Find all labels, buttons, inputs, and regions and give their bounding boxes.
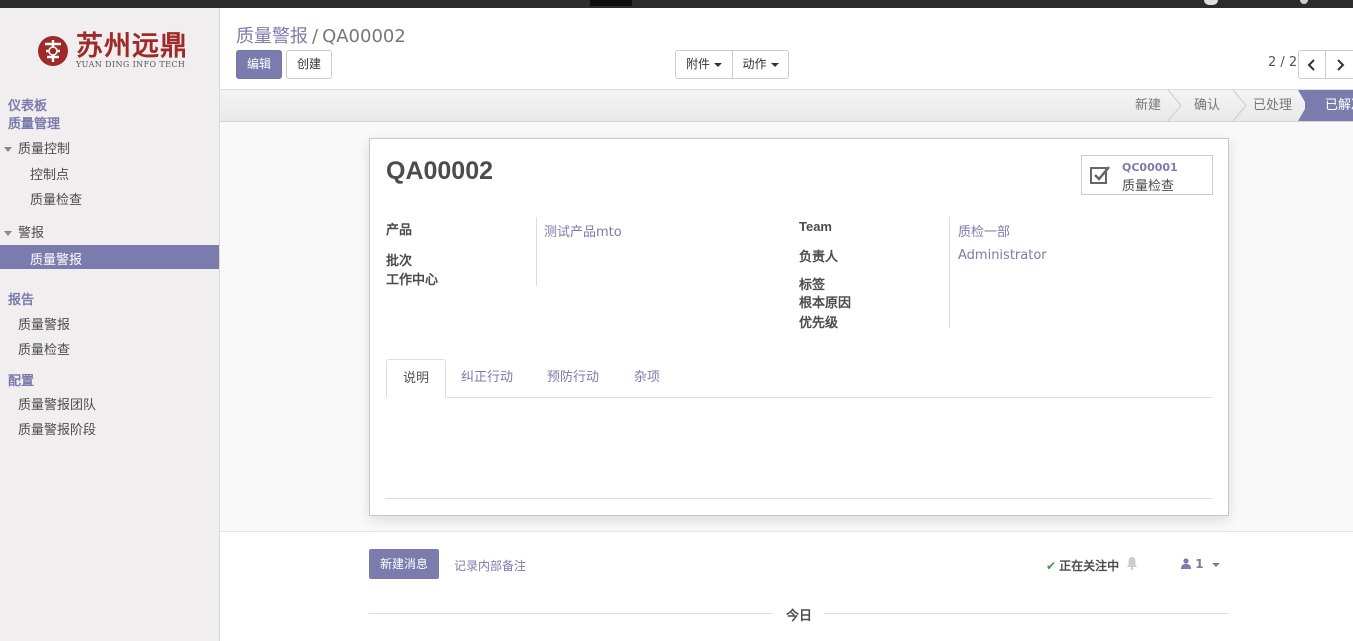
stage-separator-icon [1167, 90, 1182, 121]
responsible-label: 负责人 [799, 250, 839, 265]
sidebar-group-label: 质量控制 [18, 142, 71, 157]
tab-description[interactable]: 说明 [386, 359, 447, 398]
check-icon: ✔ [1046, 559, 1057, 573]
following-label: 正在关注中 [1059, 559, 1120, 573]
following-toggle[interactable]: ✔ 正在关注中 [1046, 557, 1119, 574]
company-logo: 苏州远鼎 YUAN DING INFO TECH [36, 30, 196, 76]
sidebar: 苏州远鼎 YUAN DING INFO TECH 仪表板 质量管理 质量控制 控… [0, 8, 220, 641]
breadcrumb-current: QA00002 [322, 26, 406, 47]
caret-down-icon [1211, 562, 1220, 567]
tab-misc[interactable]: 杂项 [618, 359, 676, 398]
pager-value[interactable]: 2 / 2 [1268, 55, 1297, 70]
product-field[interactable]: 测试产品mto [544, 221, 622, 240]
action-dropdown[interactable]: 动作 [732, 50, 789, 79]
create-button[interactable]: 创建 [286, 50, 332, 79]
sidebar-item-control-points[interactable]: 控制点 [30, 164, 69, 183]
edit-button[interactable]: 编辑 [236, 50, 282, 79]
chevron-right-icon [1337, 59, 1345, 71]
top-bar-indicator [1204, 0, 1218, 5]
today-divider-left [369, 613, 773, 614]
breadcrumb: 质量警报 / QA00002 [236, 22, 406, 48]
logo-text-cn: 苏州远鼎 [76, 31, 188, 62]
log-note-link[interactable]: 记录内部备注 [454, 557, 526, 574]
tab-corrective-action[interactable]: 纠正行动 [445, 359, 529, 398]
checkbox-icon [1090, 166, 1110, 184]
pager-previous-button[interactable] [1298, 50, 1326, 79]
sidebar-item-report-quality-alerts[interactable]: 质量警报 [18, 314, 70, 333]
sidebar-item-quality-alerts[interactable]: 质量警报 [0, 245, 219, 269]
action-dropdown-label: 动作 [742, 57, 767, 71]
record-title: QA00002 [386, 157, 494, 185]
tab-content-divider [386, 498, 1212, 499]
attachment-dropdown[interactable]: 附件 [675, 50, 733, 79]
notebook-tabs: 说明 纠正行动 预防行动 杂项 [386, 359, 1212, 398]
root-cause-label: 根本原因 [799, 296, 852, 311]
caret-down-icon [4, 147, 12, 152]
responsible-field[interactable]: Administrator [958, 248, 1047, 263]
sidebar-item-quality-checks[interactable]: 质量检查 [30, 189, 82, 208]
stage-processed[interactable]: 已处理 [1253, 90, 1292, 121]
top-bar-indicator-small [1300, 0, 1308, 4]
breadcrumb-parent-link[interactable]: 质量警报 [236, 26, 308, 47]
stage-active-arrow-icon [1298, 90, 1314, 121]
followers-count: 1 [1195, 557, 1204, 571]
team-field[interactable]: 质检一部 [958, 221, 1010, 240]
quality-check-smart-button[interactable]: QC00001 质量检查 [1081, 155, 1213, 195]
field-divider [949, 217, 950, 328]
today-separator-label: 今日 [786, 609, 813, 624]
sidebar-group-quality-control[interactable]: 质量控制 [4, 138, 70, 157]
sidebar-item-quality-management[interactable]: 质量管理 [8, 113, 60, 132]
workcenter-label: 工作中心 [386, 273, 439, 288]
sidebar-item-alert-teams[interactable]: 质量警报团队 [18, 394, 96, 413]
sidebar-group-label: 警报 [18, 226, 45, 241]
caret-down-icon [714, 62, 722, 67]
control-panel: 质量警报 / QA00002 编辑 创建 附件 动作 2 / 2 [220, 8, 1353, 90]
user-icon [1181, 558, 1191, 569]
sidebar-section-reports[interactable]: 报告 [8, 289, 34, 308]
priority-label: 优先级 [799, 316, 839, 331]
tags-label: 标签 [799, 278, 826, 293]
attachment-dropdown-label: 附件 [685, 57, 710, 71]
product-label: 产品 [386, 223, 413, 238]
lot-label: 批次 [386, 254, 413, 269]
bell-icon[interactable] [1126, 556, 1138, 570]
sidebar-item-alert-stages[interactable]: 质量警报阶段 [18, 419, 96, 438]
sidebar-item-report-quality-checks[interactable]: 质量检查 [18, 339, 70, 358]
caret-down-icon [4, 231, 12, 236]
top-bar-block [590, 0, 632, 6]
sidebar-group-alerts[interactable]: 警报 [4, 222, 44, 241]
sidebar-item-dashboard[interactable]: 仪表板 [8, 95, 47, 114]
new-message-button[interactable]: 新建消息 [369, 549, 439, 579]
status-bar: 新建 确认 已处理 已解决 [220, 90, 1353, 122]
team-label: Team [799, 219, 832, 234]
form-sheet: QA00002 QC00001 质量检查 产品 批次 工作中心 测试产品mto … [369, 138, 1229, 516]
stage-new[interactable]: 新建 [1135, 90, 1161, 121]
field-divider [536, 217, 537, 286]
followers-dropdown[interactable]: 1 [1181, 557, 1220, 571]
logo-mark-icon [38, 36, 68, 66]
sidebar-section-config[interactable]: 配置 [8, 370, 34, 389]
pager-next-button[interactable] [1325, 50, 1353, 79]
stage-confirm[interactable]: 确认 [1194, 90, 1220, 121]
logo-text-en: YUAN DING INFO TECH [76, 60, 186, 69]
top-bar [0, 0, 1353, 8]
caret-down-icon [770, 62, 779, 67]
smart-button-label: 质量检查 [1122, 179, 1175, 194]
breadcrumb-separator: / [312, 26, 319, 47]
tab-preventive-action[interactable]: 预防行动 [531, 359, 615, 398]
stage-separator-icon [1232, 90, 1247, 121]
chevron-left-icon [1307, 59, 1315, 71]
today-divider-right [824, 613, 1229, 614]
smart-button-value: QC00001 [1122, 161, 1178, 174]
